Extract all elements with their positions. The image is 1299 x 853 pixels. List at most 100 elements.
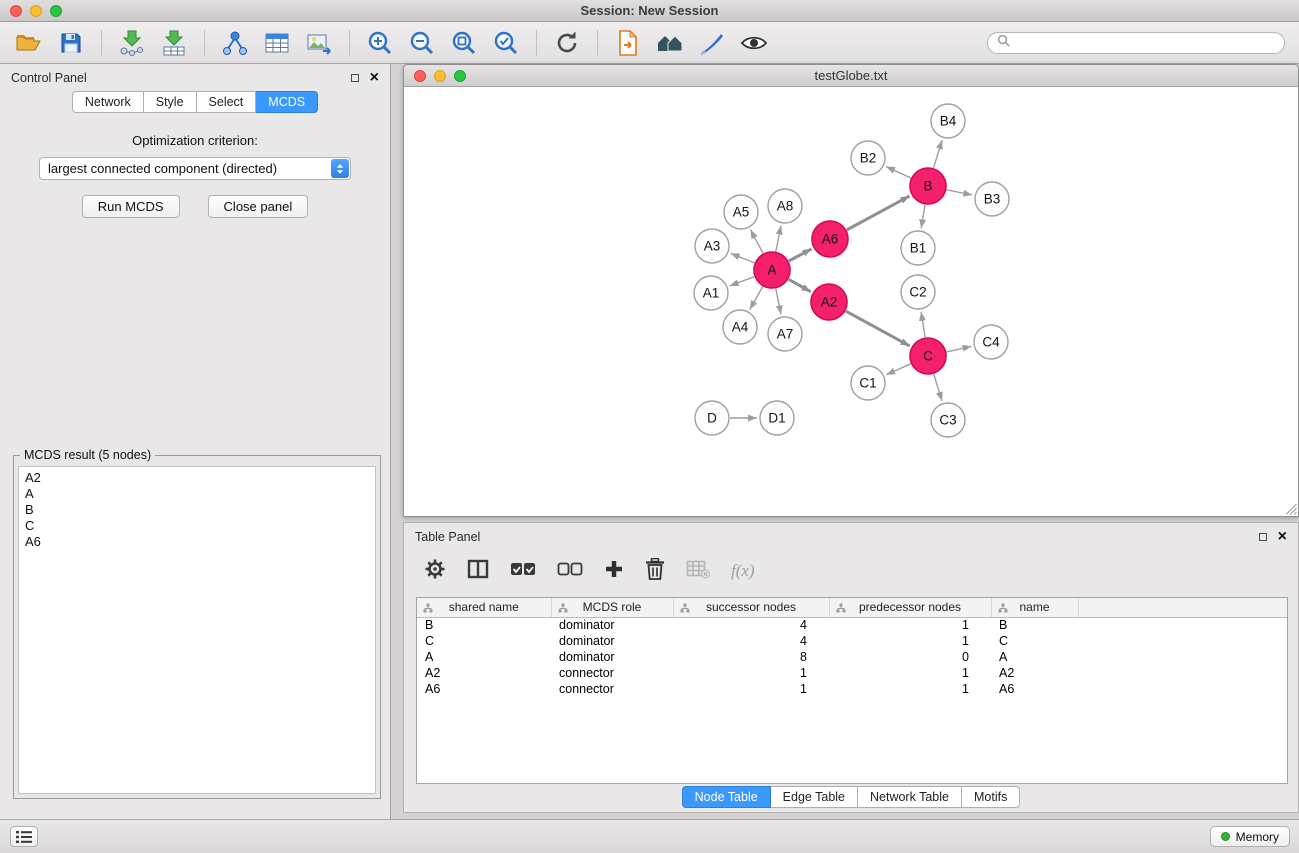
table-cell[interactable]: A2	[991, 665, 1078, 681]
column-header-shared-name[interactable]: shared name	[417, 598, 551, 617]
run-mcds-button[interactable]: Run MCDS	[82, 195, 180, 218]
close-table-panel-icon[interactable]: ×	[1278, 531, 1287, 543]
show-hide-eye-icon[interactable]	[737, 27, 771, 59]
resize-grip-icon[interactable]	[1286, 504, 1297, 515]
tab-network[interactable]: Network	[72, 91, 144, 113]
table-cell[interactable]: C	[417, 633, 551, 649]
table-cell[interactable]: 8	[673, 649, 829, 665]
node-A2[interactable]: A2	[811, 284, 847, 320]
zoom-out-icon[interactable]	[405, 27, 439, 59]
export-image-icon[interactable]	[302, 27, 336, 59]
tab-select[interactable]: Select	[197, 91, 257, 113]
close-window-button[interactable]	[10, 5, 22, 17]
add-row-plus-icon[interactable]	[604, 559, 624, 584]
float-table-panel-icon[interactable]	[1259, 533, 1267, 541]
edge-B-B4[interactable]	[934, 140, 943, 168]
network-canvas[interactable]: B4B2BB3A5A8A6B1A3AC2A1A2A4A7C4CC1C3DD1	[404, 87, 1298, 516]
edge-C-C3[interactable]	[934, 374, 942, 401]
tab-edge-table[interactable]: Edge Table	[771, 786, 858, 808]
table-cell[interactable]: 1	[829, 617, 991, 633]
node-C2[interactable]: C2	[901, 275, 935, 309]
zoom-network-window-button[interactable]	[454, 70, 466, 82]
criterion-dropdown[interactable]: largest connected component (directed)	[39, 157, 351, 180]
tab-mcds[interactable]: MCDS	[256, 91, 318, 113]
table-cell[interactable]: 0	[829, 649, 991, 665]
mcds-result-list[interactable]: A2ABCA6	[18, 466, 376, 794]
import-network-icon[interactable]	[115, 27, 149, 59]
table-cell[interactable]: A2	[417, 665, 551, 681]
node-A1[interactable]: A1	[694, 276, 728, 310]
node-B4[interactable]: B4	[931, 104, 965, 138]
new-table-icon[interactable]	[260, 27, 294, 59]
edge-C-C4[interactable]	[947, 346, 972, 352]
import-table-icon[interactable]	[157, 27, 191, 59]
close-network-window-button[interactable]	[414, 70, 426, 82]
gear-icon[interactable]	[424, 558, 446, 585]
close-panel-button[interactable]: Close panel	[208, 195, 309, 218]
select-all-checkbox-icon[interactable]	[510, 561, 536, 582]
edge-C-C2[interactable]	[921, 312, 925, 337]
node-C4[interactable]: C4	[974, 325, 1008, 359]
edge-A-A4[interactable]	[750, 287, 763, 310]
edge-B-B1[interactable]	[921, 205, 925, 229]
table-cell[interactable]: A	[991, 649, 1078, 665]
edge-B-B3[interactable]	[947, 190, 973, 195]
table-cell[interactable]: A6	[417, 681, 551, 697]
node-C1[interactable]: C1	[851, 366, 885, 400]
table-cell[interactable]: 1	[673, 681, 829, 697]
node-A3[interactable]: A3	[695, 229, 729, 263]
edge-C-C1[interactable]	[886, 364, 911, 375]
table-cell[interactable]: dominator	[551, 617, 673, 633]
node-C3[interactable]: C3	[931, 403, 965, 437]
table-row[interactable]: Bdominator41B	[417, 617, 1287, 633]
mcds-result-item[interactable]: A6	[25, 534, 369, 550]
open-file-icon[interactable]	[12, 27, 46, 59]
unselect-all-checkbox-icon[interactable]	[557, 561, 583, 582]
mcds-result-item[interactable]: A	[25, 486, 369, 502]
node-B3[interactable]: B3	[975, 182, 1009, 216]
node-D1[interactable]: D1	[760, 401, 794, 435]
edge-B-B2[interactable]	[886, 167, 911, 179]
node-A7[interactable]: A7	[768, 317, 802, 351]
node-A8[interactable]: A8	[768, 189, 802, 223]
table-row[interactable]: Adominator80A	[417, 649, 1287, 665]
node-B[interactable]: B	[910, 168, 946, 204]
memory-button[interactable]: Memory	[1210, 826, 1290, 847]
open-session-doc-icon[interactable]	[611, 27, 645, 59]
zoom-fit-icon[interactable]	[447, 27, 481, 59]
table-cell[interactable]: C	[991, 633, 1078, 649]
tab-node-table[interactable]: Node Table	[682, 786, 771, 808]
table-cell[interactable]: 1	[829, 633, 991, 649]
node-A[interactable]: A	[754, 252, 790, 288]
search-box[interactable]	[987, 32, 1285, 54]
tab-motifs[interactable]: Motifs	[962, 786, 1020, 808]
node-B2[interactable]: B2	[851, 141, 885, 175]
table-cell[interactable]: 4	[673, 633, 829, 649]
table-cell[interactable]: 1	[829, 665, 991, 681]
table-cell[interactable]: B	[991, 617, 1078, 633]
zoom-in-icon[interactable]	[363, 27, 397, 59]
table-cell[interactable]: dominator	[551, 649, 673, 665]
network-graph[interactable]: B4B2BB3A5A8A6B1A3AC2A1A2A4A7C4CC1C3DD1	[404, 87, 1298, 516]
table-row[interactable]: A6connector11A6	[417, 681, 1287, 697]
node-C[interactable]: C	[910, 338, 946, 374]
node-B1[interactable]: B1	[901, 231, 935, 265]
close-panel-icon[interactable]: ×	[370, 72, 379, 84]
float-panel-icon[interactable]	[351, 74, 359, 82]
node-D[interactable]: D	[695, 401, 729, 435]
node-A5[interactable]: A5	[724, 195, 758, 229]
column-header-MCDS-role[interactable]: MCDS role	[551, 598, 673, 617]
home-icon[interactable]	[653, 27, 687, 59]
edge-A-A5[interactable]	[750, 230, 763, 254]
edge-A6-B[interactable]	[847, 196, 910, 230]
zoom-window-button[interactable]	[50, 5, 62, 17]
table-cell[interactable]: A6	[991, 681, 1078, 697]
table-row[interactable]: Cdominator41C	[417, 633, 1287, 649]
edge-A2-C[interactable]	[846, 311, 910, 346]
trash-icon[interactable]	[645, 558, 665, 585]
save-session-icon[interactable]	[54, 27, 88, 59]
mcds-result-item[interactable]: B	[25, 502, 369, 518]
edge-A-A3[interactable]	[731, 253, 755, 263]
table-cell[interactable]: connector	[551, 665, 673, 681]
column-header-name[interactable]: name	[991, 598, 1078, 617]
